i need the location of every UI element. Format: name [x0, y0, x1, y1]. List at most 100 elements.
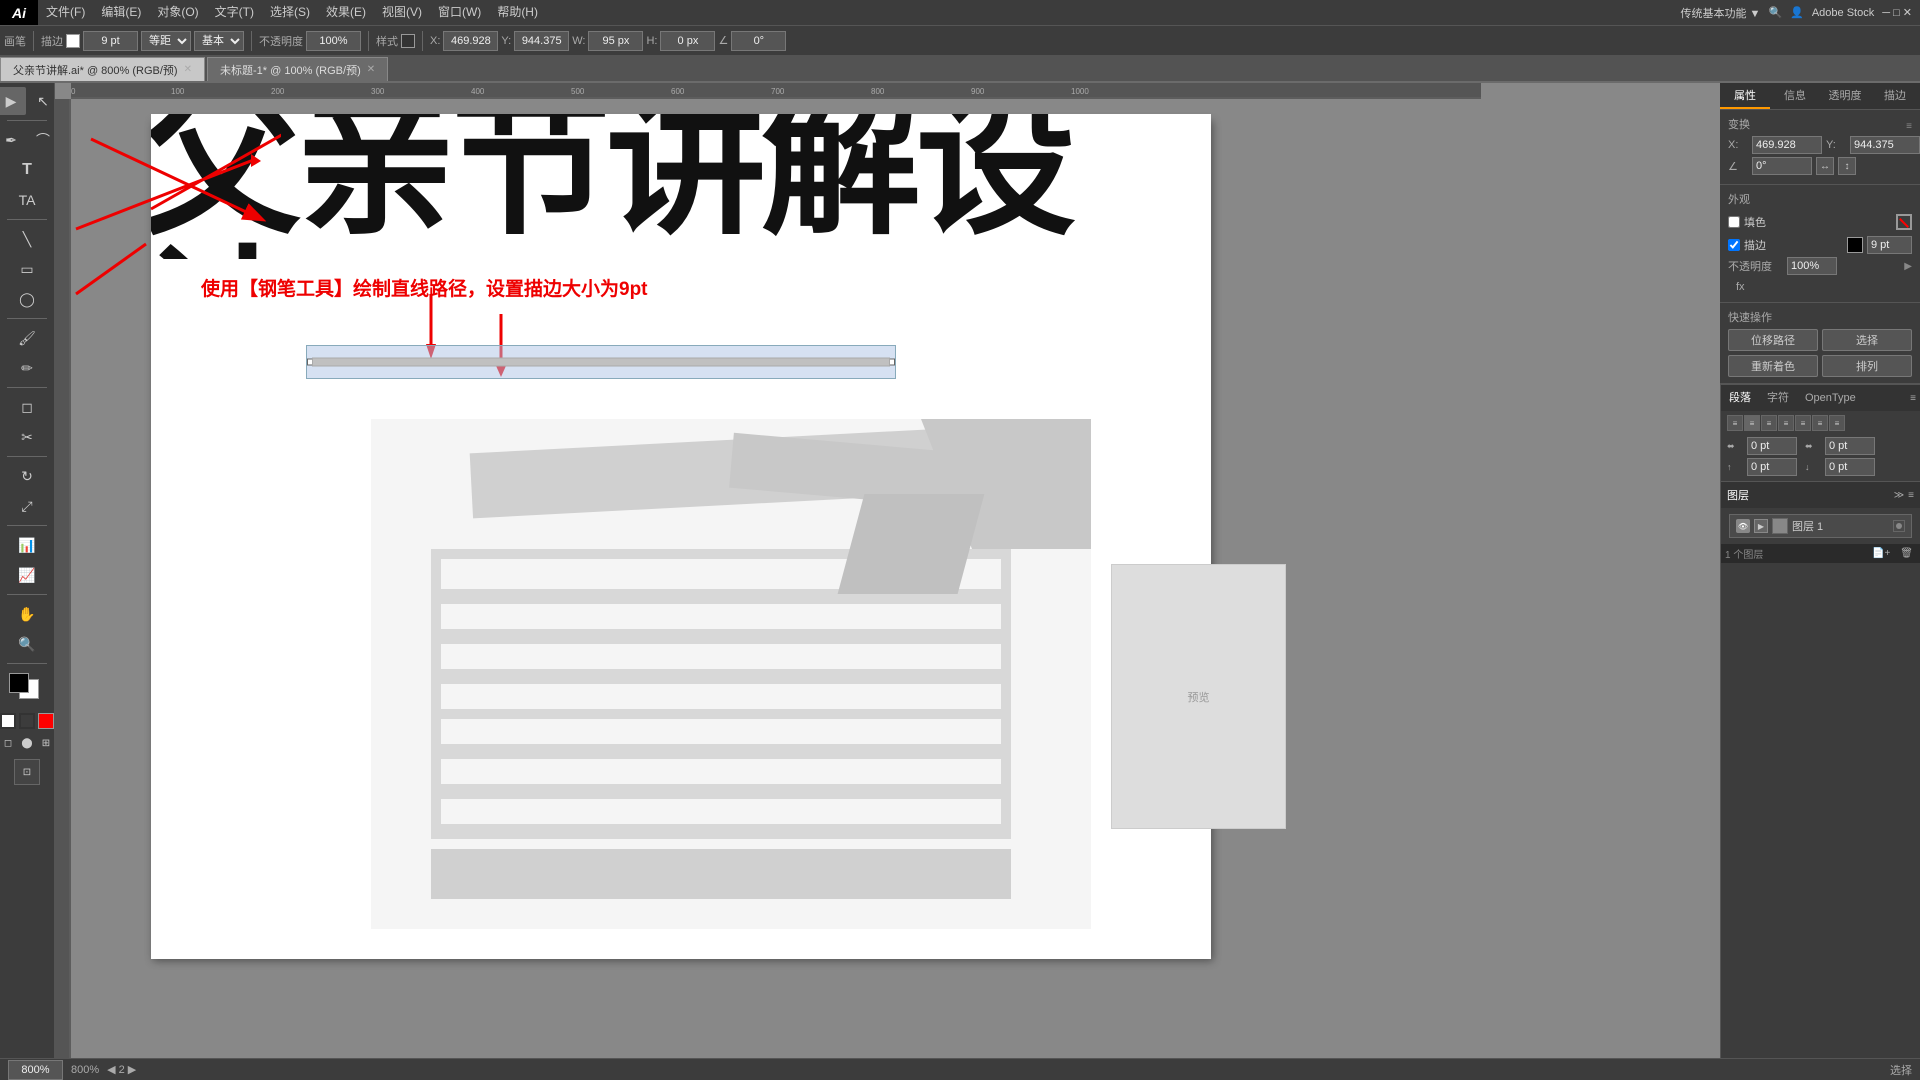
canvas-viewport[interactable]: 父亲节讲解设计	[71, 99, 1720, 1058]
opacity-panel-input[interactable]	[1787, 257, 1837, 275]
menu-object[interactable]: 对象(O)	[149, 0, 206, 25]
layer-1-visibility[interactable]: 👁	[1736, 519, 1750, 533]
menu-view[interactable]: 视图(V)	[374, 0, 430, 25]
opacity-arrow[interactable]: ▶	[1904, 261, 1912, 272]
tab-character[interactable]: 字符	[1759, 385, 1797, 411]
menu-window[interactable]: 窗口(W)	[430, 0, 489, 25]
stroke-size-input[interactable]	[1867, 236, 1912, 254]
tab-0-close[interactable]: ✕	[184, 64, 192, 75]
after-spacing-input[interactable]	[1825, 437, 1875, 455]
layers-expand[interactable]: ≫	[1894, 490, 1904, 501]
w-input[interactable]	[588, 31, 643, 51]
stroke-value-input[interactable]	[83, 31, 138, 51]
stroke-swatch[interactable]	[1847, 237, 1863, 253]
align-justify-last-center[interactable]: ≡	[1812, 415, 1828, 431]
pencil-tool[interactable]: ✏	[12, 354, 42, 382]
select-btn[interactable]: 选择	[1822, 329, 1912, 351]
menu-edit[interactable]: 编辑(E)	[93, 0, 149, 25]
select-tool[interactable]: ▶	[0, 87, 26, 115]
foreground-color-box[interactable]	[9, 673, 29, 693]
fill-checkbox[interactable]	[1728, 216, 1740, 228]
selected-line-path[interactable]	[306, 345, 896, 379]
layer-1-row[interactable]: 👁 ▶ 图层 1	[1729, 514, 1912, 538]
flip-h-btn[interactable]: ↔	[1816, 157, 1834, 175]
para-collapse[interactable]: ≡	[1910, 393, 1916, 404]
menu-file[interactable]: 文件(F)	[38, 0, 93, 25]
recolor-btn[interactable]: 重新着色	[1728, 355, 1818, 377]
line-tool[interactable]: ╲	[12, 225, 42, 253]
scale-tool[interactable]: ⤢	[12, 492, 42, 520]
y-input[interactable]	[514, 31, 569, 51]
hand-tool[interactable]: ✋	[12, 600, 42, 628]
paintbrush-tool[interactable]: 🖌	[12, 324, 42, 352]
fill-toggle[interactable]	[0, 713, 16, 729]
rotate-tool[interactable]: ↻	[12, 462, 42, 490]
layers-menu[interactable]: ≡	[1908, 490, 1914, 501]
artboard-mode[interactable]: ⊞	[38, 735, 54, 751]
align-justify-last-left[interactable]: ≡	[1795, 415, 1811, 431]
menu-help[interactable]: 帮助(H)	[489, 0, 546, 25]
arrange-btn[interactable]: 排列	[1822, 355, 1912, 377]
pen-tool[interactable]: ✒	[0, 126, 26, 154]
before-spacing-input[interactable]	[1747, 437, 1797, 455]
curvature-tool[interactable]: ⌒	[28, 126, 58, 154]
menu-text[interactable]: 文字(T)	[207, 0, 262, 25]
data-tool[interactable]: 📈	[12, 561, 42, 589]
flip-v-btn[interactable]: ↕	[1838, 157, 1856, 175]
text-tool[interactable]: T	[12, 156, 42, 184]
tab-info[interactable]: 信息	[1770, 83, 1820, 109]
zoom-tool[interactable]: 🔍	[12, 630, 42, 658]
tab-stroke-panel[interactable]: 描边	[1870, 83, 1920, 109]
graph-tool[interactable]: 📊	[12, 531, 42, 559]
tab-opentype[interactable]: OpenType	[1797, 385, 1864, 411]
touch-type-tool[interactable]: TA	[12, 186, 42, 214]
user-icon[interactable]: 👤	[1790, 6, 1804, 19]
zoom-input[interactable]	[8, 1060, 63, 1080]
tab-1[interactable]: 未标题-1* @ 100% (RGB/预) ✕	[207, 57, 388, 81]
stroke-toggle[interactable]	[19, 713, 35, 729]
rectangle-tool[interactable]: ▭	[12, 255, 42, 283]
tab-transparency[interactable]: 透明度	[1820, 83, 1870, 109]
menu-select[interactable]: 选择(S)	[262, 0, 318, 25]
h-input[interactable]	[660, 31, 715, 51]
y-panel-input[interactable]	[1850, 136, 1920, 154]
page-next[interactable]: ▶	[128, 1063, 136, 1076]
ellipse-tool[interactable]: ◯	[12, 285, 42, 313]
tab-properties[interactable]: 属性	[1720, 83, 1770, 109]
align-right[interactable]: ≡	[1761, 415, 1777, 431]
menu-effect[interactable]: 效果(E)	[318, 0, 374, 25]
offset-path-btn[interactable]: 位移路径	[1728, 329, 1818, 351]
x-panel-input[interactable]	[1752, 136, 1822, 154]
x-input[interactable]	[443, 31, 498, 51]
layer-1-target[interactable]	[1893, 520, 1905, 532]
align-justify-all[interactable]: ≡	[1829, 415, 1845, 431]
eraser-tool[interactable]: ◻	[12, 393, 42, 421]
align-center[interactable]: ≡	[1744, 415, 1760, 431]
tab-0[interactable]: 父亲节讲解.ai* @ 800% (RGB/预) ✕	[0, 57, 205, 81]
indent-right-input[interactable]	[1825, 458, 1875, 476]
stroke-preset-dropdown[interactable]: 基本	[194, 31, 244, 51]
page-prev[interactable]: ◀	[107, 1063, 115, 1076]
layer-1-expand[interactable]: ▶	[1754, 519, 1768, 533]
stroke-checkbox[interactable]	[1728, 239, 1740, 251]
indent-left-input[interactable]	[1747, 458, 1797, 476]
delete-layer-btn[interactable]: 🗑	[1897, 548, 1916, 559]
search-icon[interactable]: 🔍	[1768, 6, 1782, 19]
add-layer-btn[interactable]: 📄+	[1869, 548, 1893, 559]
scissors-tool[interactable]: ✂	[12, 423, 42, 451]
style-preview[interactable]	[401, 34, 415, 48]
opacity-input[interactable]	[306, 31, 361, 51]
canvas-area[interactable]: 0 100 200 300 400 500 600 700 800 900 10…	[55, 83, 1720, 1058]
fill-swatch[interactable]	[1896, 214, 1912, 230]
transform-more[interactable]: ≡	[1906, 121, 1912, 132]
tab-paragraph[interactable]: 段落	[1721, 385, 1759, 411]
none-toggle[interactable]	[38, 713, 54, 729]
normal-mode[interactable]: ◻	[0, 735, 16, 751]
direct-select-tool[interactable]: ↖	[28, 87, 58, 115]
stroke-color-preview[interactable]	[66, 34, 80, 48]
align-left[interactable]: ≡	[1727, 415, 1743, 431]
tab-1-close[interactable]: ✕	[367, 64, 375, 75]
mask-mode[interactable]: ⬤	[19, 735, 35, 751]
angle-panel-input[interactable]	[1752, 157, 1812, 175]
angle-input[interactable]	[731, 31, 786, 51]
